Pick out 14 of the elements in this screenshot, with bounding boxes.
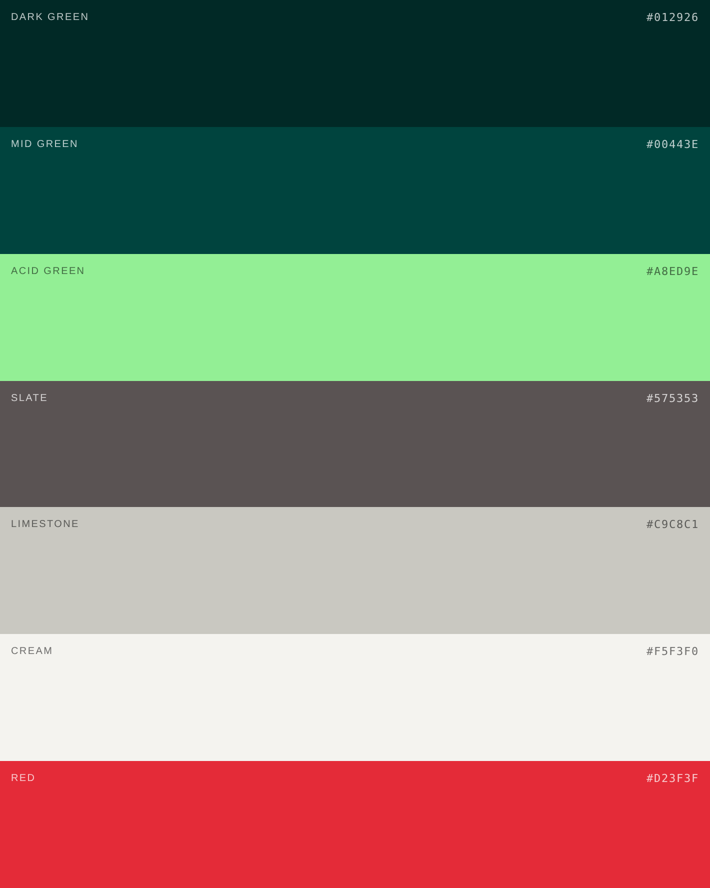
hex-code: #D23F3F [646,773,699,784]
color-name: CREAM [11,646,54,658]
hex-code: #575353 [646,392,699,404]
color-name: LIMESTONE [11,519,80,530]
color-name: DARK GREEN [11,12,90,23]
color-name: MID GREEN [11,138,78,150]
hex-code: #C9C8C1 [646,519,699,530]
hex-code: #F5F3F0 [646,646,699,658]
hex-code: #00443E [646,138,699,150]
hex-code: #012926 [646,12,699,23]
color-name: SLATE [11,392,48,404]
color-name: RED [11,773,36,784]
color-name: ACID GREEN [11,266,86,277]
hex-code: #A8ED9E [646,266,699,277]
